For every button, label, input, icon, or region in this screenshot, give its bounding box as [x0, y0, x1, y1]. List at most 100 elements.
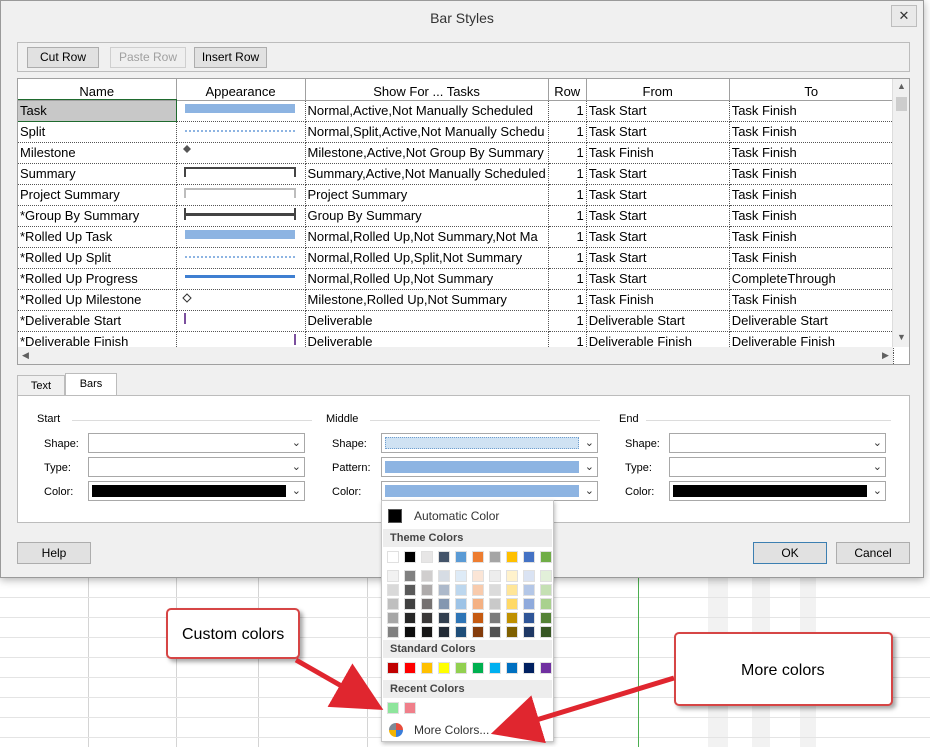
- theme-shade-swatch[interactable]: [523, 584, 535, 596]
- cell-row[interactable]: 1: [548, 142, 587, 164]
- cell-to[interactable]: Task Finish: [729, 184, 894, 206]
- vertical-scrollbar[interactable]: ▲ ▼: [892, 79, 909, 347]
- end-type-select[interactable]: ⌄: [669, 457, 886, 477]
- standard-color-swatch[interactable]: [523, 662, 535, 674]
- cell-row[interactable]: 1: [548, 100, 587, 122]
- table-row[interactable]: *Rolled Up Split Normal,Rolled Up,Split,N…: [18, 247, 894, 269]
- table-row[interactable]: Split Normal,Split,Active,Not Manually Sc…: [18, 121, 894, 143]
- standard-color-swatch[interactable]: [455, 662, 467, 674]
- theme-shade-swatch[interactable]: [455, 598, 467, 610]
- standard-color-swatch[interactable]: [540, 662, 552, 674]
- theme-shade-swatch[interactable]: [540, 584, 552, 596]
- theme-color-swatch[interactable]: [506, 551, 518, 563]
- cell-appearance[interactable]: [176, 121, 306, 143]
- cell-show-for[interactable]: Normal,Active,Not Manually Scheduled: [305, 100, 549, 122]
- theme-shade-swatch[interactable]: [523, 598, 535, 610]
- standard-color-swatch[interactable]: [404, 662, 416, 674]
- theme-shade-swatch[interactable]: [540, 570, 552, 582]
- cell-name[interactable]: *Rolled Up Task: [18, 226, 177, 248]
- cell-appearance[interactable]: [176, 100, 306, 122]
- cell-show-for[interactable]: Milestone,Active,Not Group By Summary: [305, 142, 549, 164]
- cell-to[interactable]: Task Finish: [729, 163, 894, 185]
- cell-to[interactable]: Task Finish: [729, 100, 894, 122]
- theme-shade-swatch[interactable]: [472, 598, 484, 610]
- theme-shade-swatch[interactable]: [472, 612, 484, 624]
- cell-appearance[interactable]: [176, 205, 306, 227]
- standard-color-swatch[interactable]: [438, 662, 450, 674]
- header-name[interactable]: Name: [18, 79, 177, 101]
- theme-shade-swatch[interactable]: [540, 626, 552, 638]
- theme-shade-swatch[interactable]: [421, 626, 433, 638]
- cell-to[interactable]: CompleteThrough: [729, 268, 894, 290]
- table-row[interactable]: *Rolled Up Milestone Milestone,Rolled Up,…: [18, 289, 894, 311]
- cell-name[interactable]: *Rolled Up Milestone: [18, 289, 177, 311]
- end-shape-select[interactable]: ⌄: [669, 433, 886, 453]
- cell-show-for[interactable]: Normal,Rolled Up,Not Summary,Not Ma: [305, 226, 549, 248]
- cell-from[interactable]: Task Start: [586, 184, 730, 206]
- theme-shade-swatch[interactable]: [404, 598, 416, 610]
- theme-shade-swatch[interactable]: [506, 570, 518, 582]
- theme-shade-swatch[interactable]: [387, 626, 399, 638]
- scroll-down-icon[interactable]: ▼: [897, 332, 906, 342]
- cell-row[interactable]: 1: [548, 163, 587, 185]
- cell-show-for[interactable]: Summary,Active,Not Manually Scheduled: [305, 163, 549, 185]
- cell-show-for[interactable]: Milestone,Rolled Up,Not Summary: [305, 289, 549, 311]
- theme-shade-swatch[interactable]: [472, 584, 484, 596]
- theme-shade-swatch[interactable]: [421, 570, 433, 582]
- help-button[interactable]: Help: [17, 542, 91, 564]
- cell-to[interactable]: Task Finish: [729, 205, 894, 227]
- more-colors-option[interactable]: More Colors...: [386, 720, 551, 740]
- theme-shade-swatch[interactable]: [489, 570, 501, 582]
- theme-shade-swatch[interactable]: [421, 584, 433, 596]
- cell-row[interactable]: 1: [548, 289, 587, 311]
- cancel-button[interactable]: Cancel: [836, 542, 910, 564]
- cell-show-for[interactable]: Normal,Split,Active,Not Manually Schedu: [305, 121, 549, 143]
- cell-from[interactable]: Task Start: [586, 205, 730, 227]
- cell-show-for[interactable]: Project Summary: [305, 184, 549, 206]
- cell-appearance[interactable]: [176, 142, 306, 164]
- middle-pattern-select[interactable]: ⌄: [381, 457, 598, 477]
- cell-from[interactable]: Deliverable Start: [586, 310, 730, 332]
- start-type-select[interactable]: ⌄: [88, 457, 305, 477]
- standard-color-swatch[interactable]: [506, 662, 518, 674]
- cut-row-button[interactable]: Cut Row: [27, 47, 99, 68]
- theme-color-swatch[interactable]: [489, 551, 501, 563]
- theme-shade-swatch[interactable]: [489, 626, 501, 638]
- middle-color-select[interactable]: ⌄: [381, 481, 598, 501]
- theme-shade-swatch[interactable]: [455, 584, 467, 596]
- cell-show-for[interactable]: Deliverable: [305, 310, 549, 332]
- start-color-select[interactable]: ⌄: [88, 481, 305, 501]
- cell-to[interactable]: Task Finish: [729, 226, 894, 248]
- cell-name[interactable]: *Deliverable Start: [18, 310, 177, 332]
- cell-to[interactable]: Deliverable Start: [729, 310, 894, 332]
- paste-row-button[interactable]: Paste Row: [110, 47, 186, 68]
- theme-shade-swatch[interactable]: [421, 598, 433, 610]
- theme-shade-swatch[interactable]: [455, 570, 467, 582]
- theme-shade-swatch[interactable]: [540, 612, 552, 624]
- standard-color-swatch[interactable]: [387, 662, 399, 674]
- header-to[interactable]: To: [729, 79, 894, 101]
- cell-row[interactable]: 1: [548, 205, 587, 227]
- theme-color-swatch[interactable]: [421, 551, 433, 563]
- table-row[interactable]: Summary Summary,Active,Not Manually Sched…: [18, 163, 894, 185]
- cell-name[interactable]: Milestone: [18, 142, 177, 164]
- start-shape-select[interactable]: ⌄: [88, 433, 305, 453]
- table-row[interactable]: *Rolled Up Task Normal,Rolled Up,Not Summ…: [18, 226, 894, 248]
- cell-from[interactable]: Task Finish: [586, 289, 730, 311]
- standard-color-swatch[interactable]: [421, 662, 433, 674]
- table-row[interactable]: *Group By Summary Group By Summary 1 Task S…: [18, 205, 894, 227]
- scroll-left-icon[interactable]: ◀: [22, 350, 29, 361]
- cell-from[interactable]: Task Start: [586, 163, 730, 185]
- cell-show-for[interactable]: Group By Summary: [305, 205, 549, 227]
- cell-show-for[interactable]: Normal,Rolled Up,Split,Not Summary: [305, 247, 549, 269]
- cell-from[interactable]: Task Start: [586, 226, 730, 248]
- table-row[interactable]: Task Normal,Active,Not Manually Scheduled…: [18, 99, 894, 122]
- horizontal-scrollbar[interactable]: ◀ ▶: [18, 347, 893, 364]
- recent-color-swatch[interactable]: [404, 702, 416, 714]
- cell-row[interactable]: 1: [548, 184, 587, 206]
- cell-from[interactable]: Task Start: [586, 247, 730, 269]
- theme-color-swatch[interactable]: [455, 551, 467, 563]
- table-row[interactable]: *Deliverable Start Deliverable 1 Deliverabl…: [18, 310, 894, 332]
- tab-bars[interactable]: Bars: [65, 373, 117, 397]
- recent-color-swatch[interactable]: [387, 702, 399, 714]
